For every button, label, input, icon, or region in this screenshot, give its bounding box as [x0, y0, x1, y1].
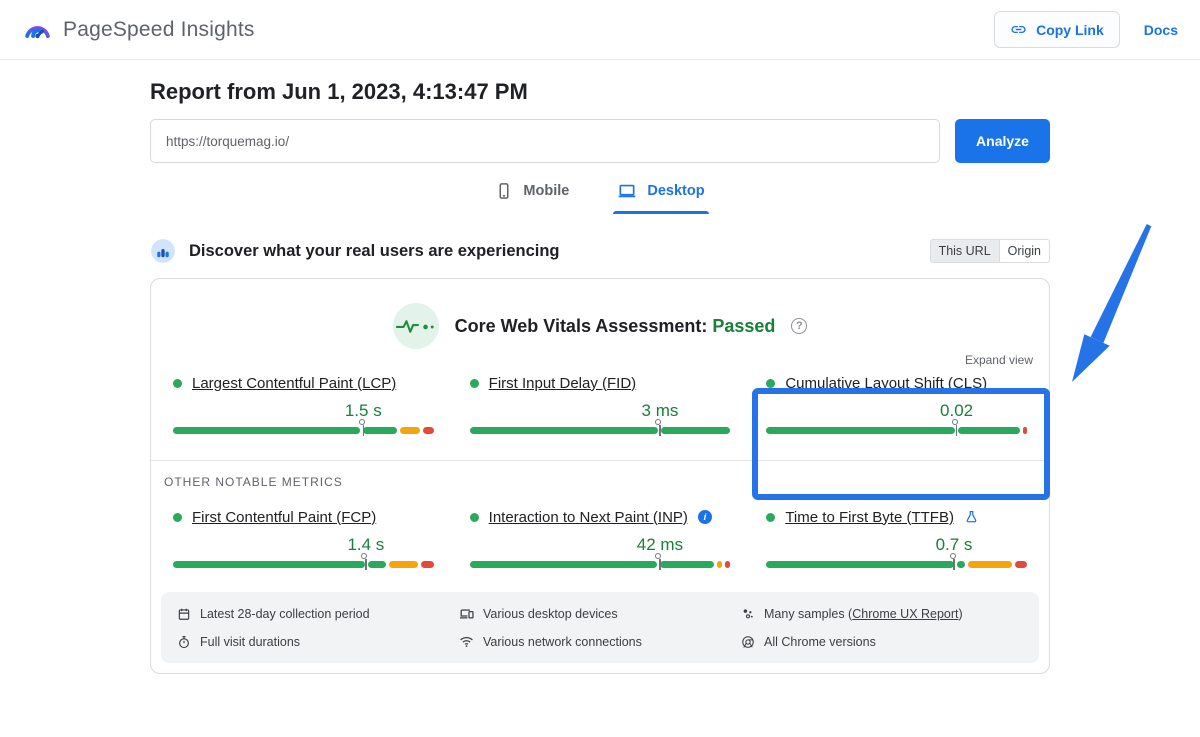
- docs-link[interactable]: Docs: [1144, 22, 1178, 38]
- info-icon[interactable]: i: [698, 510, 712, 524]
- app-logo[interactable]: PageSpeed Insights: [22, 14, 255, 45]
- metric-value: 42 ms: [637, 535, 683, 555]
- device-tabs: Mobile Desktop: [150, 181, 1050, 214]
- metric-value: 1.4 s: [347, 535, 384, 555]
- metric-status-dot: [173, 379, 182, 388]
- metric-distribution-bar: [766, 427, 1027, 434]
- scope-toggle: This URL Origin: [930, 239, 1050, 263]
- metric-status-dot: [173, 513, 182, 522]
- app-title: PageSpeed Insights: [63, 18, 255, 42]
- tab-desktop-label: Desktop: [647, 183, 704, 199]
- metric-link[interactable]: Time to First Byte (TTFB): [785, 509, 954, 526]
- link-icon: [1010, 21, 1027, 38]
- field-data-card: Core Web Vitals Assessment: Passed ? Exp…: [150, 278, 1050, 674]
- devices-icon: [459, 606, 474, 621]
- metric: Interaction to Next Paint (INP) i 42 ms: [470, 505, 731, 568]
- metric-status-dot: [470, 379, 479, 388]
- metric-status-dot: [470, 513, 479, 522]
- metric: Cumulative Layout Shift (CLS) 0.02: [766, 371, 1027, 434]
- chrome-ux-report-link[interactable]: Chrome UX Report: [852, 607, 958, 621]
- metric-value: 0.7 s: [936, 535, 973, 555]
- copy-link-label: Copy Link: [1036, 22, 1104, 38]
- field-data-heading: Discover what your real users are experi…: [189, 242, 560, 261]
- samples-icon: [741, 607, 755, 621]
- real-users-icon: [150, 238, 176, 264]
- footnote-samples: Many samples (Chrome UX Report): [741, 606, 1023, 621]
- data-source-footnotes: Latest 28-day collection period Various …: [161, 592, 1039, 663]
- metric-status-dot: [766, 513, 775, 522]
- other-metrics-grid: First Contentful Paint (FCP) 1.4 s Inter…: [151, 489, 1049, 590]
- top-bar: PageSpeed Insights Copy Link Docs: [0, 0, 1200, 60]
- phone-icon: [495, 182, 513, 200]
- footnote-network: Various network connections: [459, 634, 741, 649]
- scope-this-url[interactable]: This URL: [930, 239, 1000, 263]
- wifi-icon: [459, 634, 474, 649]
- core-metrics-grid: Largest Contentful Paint (LCP) 1.5 s Fir…: [151, 367, 1049, 460]
- metric: First Input Delay (FID) 3 ms: [470, 371, 731, 434]
- footnote-chrome-versions: All Chrome versions: [741, 634, 1023, 649]
- metric-distribution-bar: [470, 561, 731, 568]
- footnote-collection-period: Latest 28-day collection period: [177, 606, 459, 621]
- metric-value: 1.5 s: [345, 401, 382, 421]
- footnote-devices: Various desktop devices: [459, 606, 741, 621]
- metric-distribution-bar: [173, 561, 434, 568]
- tab-mobile-label: Mobile: [523, 183, 569, 199]
- metric-link[interactable]: Largest Contentful Paint (LCP): [192, 375, 396, 392]
- laptop-icon: [617, 181, 637, 201]
- flask-icon[interactable]: [964, 510, 979, 525]
- analyze-button[interactable]: Analyze: [955, 119, 1050, 163]
- metric-distribution-bar: [173, 427, 434, 434]
- metric: Largest Contentful Paint (LCP) 1.5 s: [173, 371, 434, 434]
- url-input[interactable]: [150, 119, 940, 163]
- report-title: Report from Jun 1, 2023, 4:13:47 PM: [150, 79, 1050, 105]
- metric-link[interactable]: Interaction to Next Paint (INP): [489, 509, 688, 526]
- metric-link[interactable]: First Input Delay (FID): [489, 375, 637, 392]
- metric-status-dot: [766, 379, 775, 388]
- annotation-arrow: [1045, 212, 1165, 392]
- metric: Time to First Byte (TTFB) 0.7 s: [766, 505, 1027, 568]
- copy-link-button[interactable]: Copy Link: [994, 11, 1120, 48]
- tab-mobile[interactable]: Mobile: [495, 181, 569, 214]
- expand-view-button[interactable]: Expand view: [151, 353, 1049, 367]
- calendar-icon: [177, 607, 191, 621]
- assessment-label: Core Web Vitals Assessment:: [455, 316, 708, 336]
- help-icon[interactable]: ?: [791, 318, 807, 334]
- scope-origin[interactable]: Origin: [1000, 239, 1050, 263]
- metric: First Contentful Paint (FCP) 1.4 s: [173, 505, 434, 568]
- metric-distribution-bar: [470, 427, 731, 434]
- footnote-visit-durations: Full visit durations: [177, 634, 459, 649]
- chrome-icon: [741, 635, 755, 649]
- tab-desktop[interactable]: Desktop: [617, 181, 704, 214]
- metric-link[interactable]: First Contentful Paint (FCP): [192, 509, 376, 526]
- other-metrics-section: OTHER NOTABLE METRICS: [151, 460, 1049, 489]
- metric-distribution-bar: [766, 561, 1027, 568]
- stopwatch-icon: [177, 635, 191, 649]
- pagespeed-gauge-icon: [22, 14, 53, 45]
- other-metrics-heading: OTHER NOTABLE METRICS: [164, 475, 1049, 489]
- metric-link[interactable]: Cumulative Layout Shift (CLS): [785, 375, 987, 392]
- assessment-title: Core Web Vitals Assessment: Passed: [455, 316, 776, 337]
- pagespeed-insights-page: PageSpeed Insights Copy Link Docs Report…: [0, 0, 1200, 737]
- metric-value: 3 ms: [642, 401, 679, 421]
- assessment-result: Passed: [712, 316, 775, 336]
- core-web-vitals-icon: [393, 303, 439, 349]
- metric-value: 0.02: [940, 401, 973, 421]
